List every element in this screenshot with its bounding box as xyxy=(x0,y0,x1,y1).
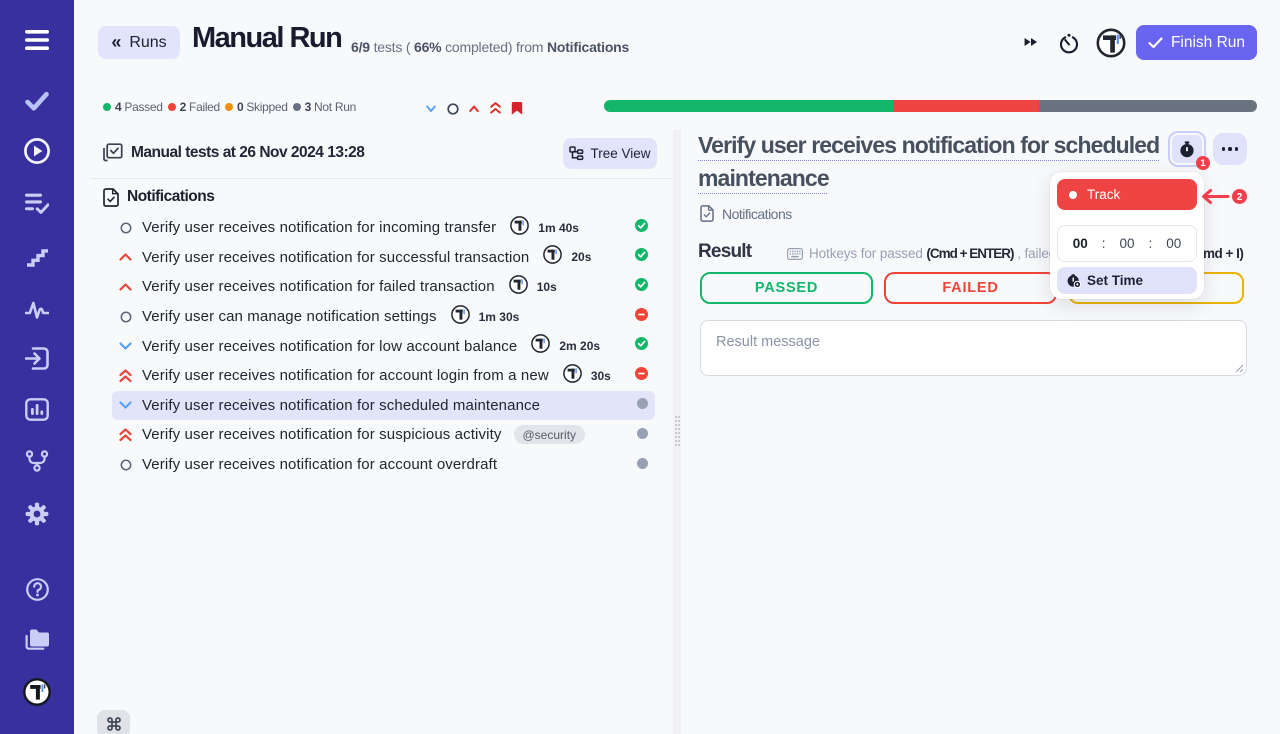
svg-text:2: 2 xyxy=(1237,192,1243,203)
